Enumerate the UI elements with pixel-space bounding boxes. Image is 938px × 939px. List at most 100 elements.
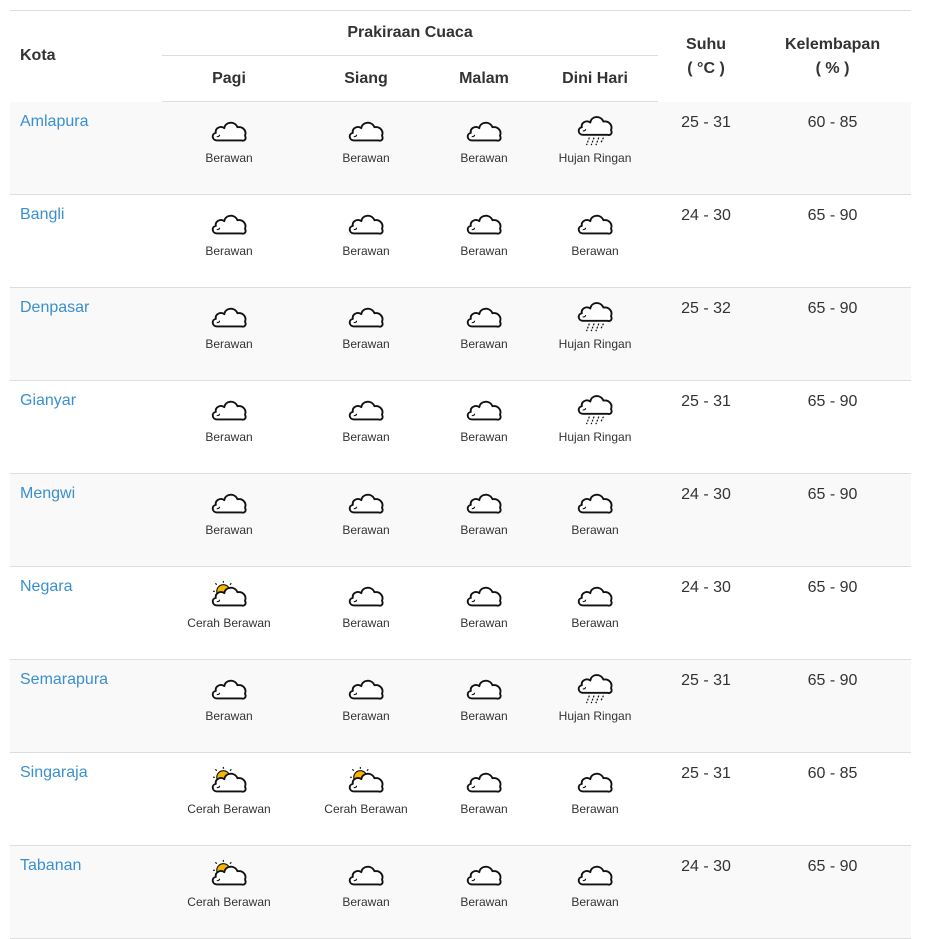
cloudy-icon [211,121,247,142]
suhu-value: 24 - 30 [658,566,755,660]
cloudy-icon [466,772,502,793]
forecast-cell-siang: Berawan [296,566,436,660]
forecast-cell-dini-hari: Berawan [532,473,659,567]
header-suhu-label: Suhu [686,36,727,53]
forecast-cell-malam: Berawan [436,566,532,660]
forecast-cell-malam: Berawan [436,287,532,381]
partly-cloudy-icon [211,765,247,793]
forecast-cell-malam: Berawan [436,659,532,753]
cloudy-icon [211,400,247,421]
city-link[interactable]: Mengwi [10,473,162,567]
partly-cloudy-icon [211,858,247,886]
forecast-cell-siang: Berawan [296,659,436,753]
header-siang: Siang [296,55,436,102]
cloudy-icon [348,400,384,421]
forecast-label: Berawan [205,336,253,351]
forecast-cell-malam: Berawan [436,752,532,846]
forecast-cell-malam: Berawan [436,194,532,288]
light-rain-icon [577,116,613,146]
table-row: Denpasar Berawan Berawan Berawan Hujan Ringa… [10,287,912,381]
forecast-label: Berawan [460,708,508,723]
cloudy-icon [466,121,502,142]
cloudy-icon [466,214,502,235]
cloudy-icon [211,214,247,235]
city-link[interactable]: Singaraja [10,752,162,846]
forecast-cell-siang: Berawan [296,287,436,381]
kelembapan-value: 65 - 90 [754,566,912,660]
city-link[interactable]: Negara [10,566,162,660]
forecast-cell-pagi: Berawan [162,659,296,753]
forecast-label: Berawan [342,894,390,909]
table-header-row: Kota Prakiraan Cuaca Suhu ( °C ) Kelemba… [10,11,911,77]
header-kelembapan-unit: ( % ) [815,60,850,77]
cloudy-icon [211,679,247,700]
light-rain-icon [577,673,613,703]
kelembapan-value: 60 - 85 [754,752,912,846]
forecast-label: Berawan [205,243,253,258]
city-link[interactable]: Gianyar [10,380,162,474]
suhu-value: 25 - 31 [658,380,755,474]
forecast-cell-dini-hari: Hujan Ringan [532,380,659,474]
cloudy-icon [577,214,613,235]
partly-cloudy-icon [211,579,247,607]
cloudy-icon [577,865,613,886]
city-link[interactable]: Tabanan [10,845,162,939]
cloudy-icon [466,679,502,700]
forecast-label: Hujan Ringan [558,151,632,165]
weather-forecast-table: Kota Prakiraan Cuaca Suhu ( °C ) Kelemba… [10,11,912,939]
forecast-cell-malam: Berawan [436,473,532,567]
forecast-label: Cerah Berawan [187,801,271,816]
forecast-cell-siang: Berawan [296,101,436,195]
forecast-cell-siang: Berawan [296,473,436,567]
forecast-label: Berawan [460,243,508,258]
cloudy-icon [348,307,384,328]
forecast-label: Berawan [460,522,508,537]
city-link[interactable]: Amlapura [10,101,162,195]
table-row: Amlapura Berawan Berawan Berawan Hujan Ringa… [10,101,912,195]
forecast-cell-pagi: Cerah Berawan [162,752,296,846]
forecast-label: Berawan [571,894,619,909]
city-link[interactable]: Semarapura [10,659,162,753]
forecast-label: Berawan [460,615,508,630]
cloudy-icon [466,307,502,328]
table-row: Semarapura Berawan Berawan Berawan Hujan Rin… [10,659,912,753]
cloudy-icon [577,772,613,793]
forecast-cell-malam: Berawan [436,101,532,195]
forecast-cell-malam: Berawan [436,845,532,939]
suhu-value: 24 - 30 [658,473,755,567]
cloudy-icon [348,121,384,142]
forecast-label: Berawan [342,615,390,630]
table-row: Singaraja Cerah Berawan Cerah Berawan Beraw… [10,752,912,846]
kelembapan-value: 65 - 90 [754,845,912,939]
forecast-cell-pagi: Berawan [162,473,296,567]
city-link[interactable]: Denpasar [10,287,162,381]
forecast-cell-dini-hari: Berawan [532,752,659,846]
header-pagi: Pagi [162,55,296,102]
header-suhu: Suhu ( °C ) [658,11,754,102]
header-kelembapan-label: Kelembapan [784,36,881,53]
table-body: Amlapura Berawan Berawan Berawan Hujan Ringa… [10,101,912,939]
kelembapan-value: 65 - 90 [754,659,912,753]
forecast-label: Berawan [571,801,619,816]
forecast-label: Berawan [342,522,390,537]
cloudy-icon [577,586,613,607]
suhu-value: 25 - 31 [658,101,755,195]
header-suhu-unit: ( °C ) [687,60,725,77]
forecast-cell-dini-hari: Hujan Ringan [532,101,659,195]
kelembapan-value: 60 - 85 [754,101,912,195]
table-row: Tabanan Cerah Berawan Berawan Berawan Berawa… [10,845,912,939]
forecast-cell-pagi: Berawan [162,380,296,474]
city-link[interactable]: Bangli [10,194,162,288]
forecast-cell-malam: Berawan [436,380,532,474]
cloudy-icon [348,865,384,886]
forecast-label: Cerah Berawan [187,894,271,909]
cloudy-icon [348,214,384,235]
forecast-label: Hujan Ringan [558,708,632,723]
forecast-cell-dini-hari: Berawan [532,566,659,660]
forecast-label: Berawan [571,243,619,258]
kelembapan-value: 65 - 90 [754,287,912,381]
suhu-value: 24 - 30 [658,194,755,288]
kelembapan-value: 65 - 90 [754,380,912,474]
table-row: Negara Cerah Berawan Berawan Berawan Berawan… [10,566,912,660]
forecast-label: Berawan [460,894,508,909]
